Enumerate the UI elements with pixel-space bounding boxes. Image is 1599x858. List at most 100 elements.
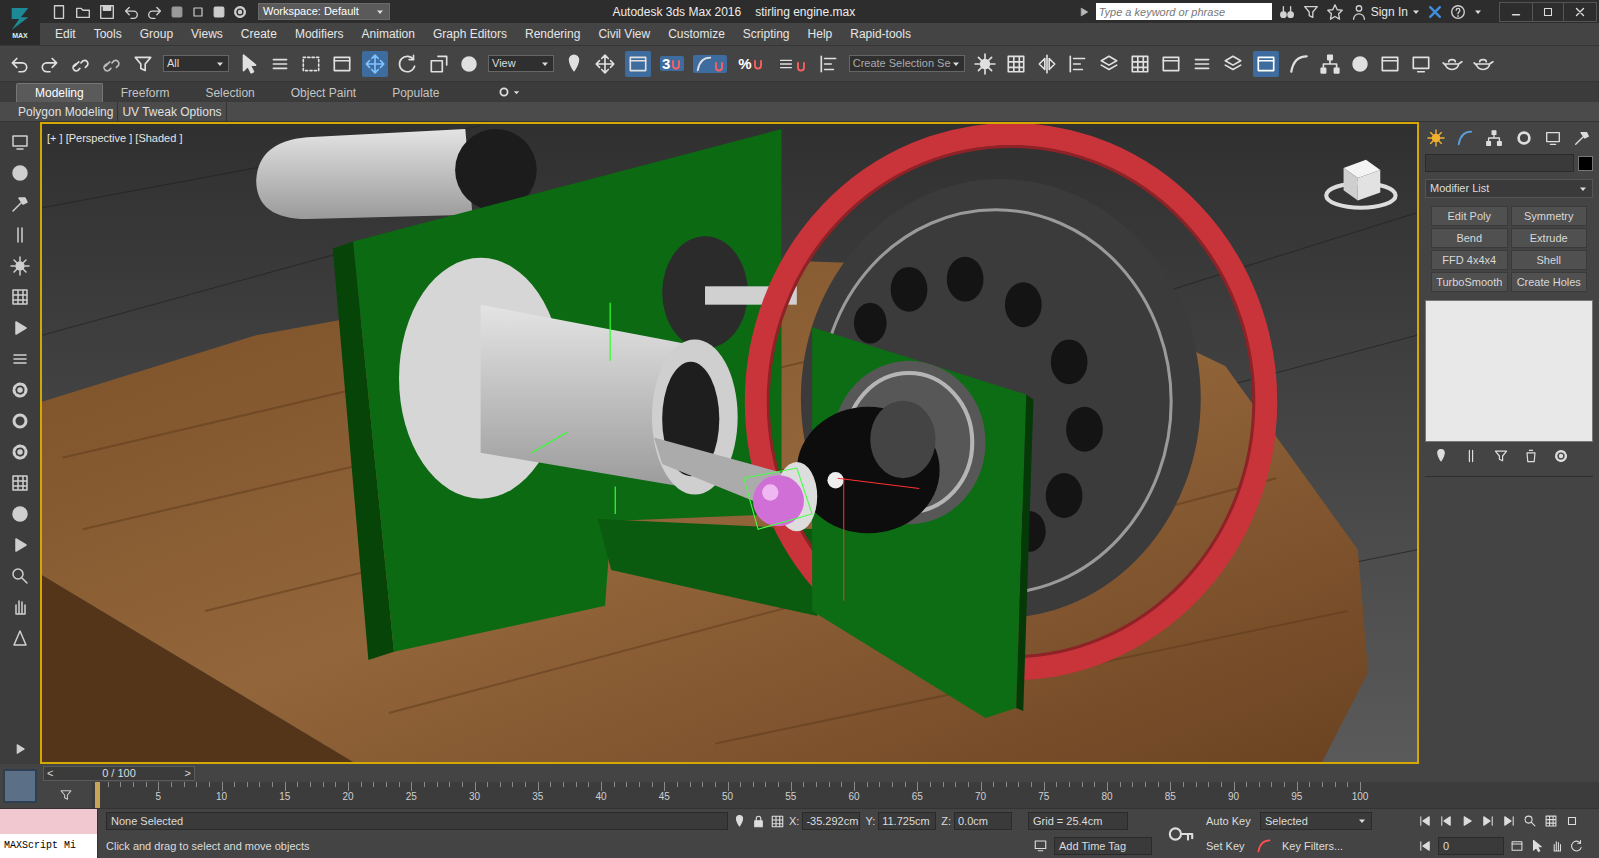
restore-icon[interactable] — [1541, 5, 1555, 19]
material-editor-icon[interactable] — [1350, 54, 1370, 74]
pan-icon[interactable] — [1550, 839, 1564, 853]
maximize-viewport-icon[interactable] — [1565, 814, 1579, 828]
modifier-button[interactable]: Edit Poly — [1431, 206, 1508, 226]
bind-space-warp-icon[interactable] — [132, 53, 154, 75]
render-production-icon[interactable] — [1441, 53, 1463, 75]
select-and-link-icon[interactable] — [70, 53, 92, 75]
ribbon-panel[interactable]: Polygon Modeling — [14, 102, 118, 121]
select-object-icon[interactable] — [238, 53, 260, 75]
communication-center-icon[interactable] — [1302, 3, 1320, 21]
layer-explorer-icon[interactable] — [1098, 53, 1120, 75]
close-icon[interactable] — [1573, 5, 1587, 19]
redo-icon[interactable] — [39, 53, 61, 75]
workspace-settings-icon[interactable] — [232, 4, 248, 20]
rotate-icon[interactable] — [397, 53, 419, 75]
time-slider[interactable]: < 0 / 100 > — [43, 766, 195, 781]
redo-icon[interactable] — [146, 3, 164, 21]
layer-manager-icon[interactable] — [1191, 53, 1213, 75]
spinner-magnet-icon[interactable] — [795, 61, 807, 73]
previous-frame[interactable]: < — [47, 765, 53, 782]
angle-magnet-icon[interactable] — [713, 61, 725, 73]
ribbon-display-toggle-icon[interactable] — [498, 86, 510, 98]
particles-icon[interactable] — [10, 256, 30, 276]
scene-explorer-icon[interactable] — [1129, 53, 1151, 75]
scatter-icon[interactable] — [10, 473, 30, 493]
help-caret-icon[interactable] — [1473, 7, 1483, 17]
go-to-end-icon[interactable] — [1502, 814, 1516, 828]
menu-item[interactable]: Rapid-tools — [841, 25, 920, 43]
user-icon[interactable] — [1350, 3, 1368, 21]
new-file-icon[interactable] — [50, 3, 68, 21]
zoom-all-icon[interactable] — [1544, 814, 1558, 828]
minimize-icon[interactable] — [1509, 5, 1523, 19]
dropdown-caret-icon[interactable] — [1578, 184, 1588, 194]
ribbon-tab[interactable]: Selection — [187, 83, 272, 102]
modifier-stack[interactable] — [1425, 300, 1593, 442]
curve-editor-icon[interactable] — [1288, 53, 1310, 75]
dropdown-caret-icon[interactable] — [951, 59, 961, 69]
menu-item[interactable]: Modifiers — [286, 25, 353, 43]
standard-primitives-icon[interactable] — [10, 163, 30, 183]
percent-magnet-icon[interactable] — [752, 59, 764, 71]
spinner-snap-toggle[interactable] — [775, 55, 809, 73]
ribbon-tab[interactable]: Populate — [374, 83, 457, 102]
scale-icon[interactable] — [428, 53, 450, 75]
angle-snap-toggle[interactable] — [693, 55, 727, 73]
menu-item[interactable]: Rendering — [516, 25, 589, 43]
workspace-icon[interactable] — [212, 5, 226, 19]
schematic-view-icon[interactable] — [1319, 53, 1341, 75]
menu-item[interactable]: Tools — [85, 25, 131, 43]
search-field[interactable] — [1096, 3, 1272, 20]
cylinder-icon[interactable] — [10, 225, 30, 245]
add-time-tag[interactable]: Add Time Tag — [1054, 837, 1152, 855]
zoom-icon[interactable] — [1523, 814, 1537, 828]
expand-strip-icon[interactable] — [13, 742, 27, 756]
ribbon-toggle[interactable] — [1253, 51, 1279, 77]
isolate-selection-icon[interactable] — [732, 814, 747, 829]
pivot-point-icon[interactable] — [563, 53, 585, 75]
menu-item[interactable]: Scripting — [734, 25, 799, 43]
align-icon[interactable] — [1067, 53, 1089, 75]
previous-frame-icon[interactable] — [1439, 814, 1453, 828]
modify-icon[interactable] — [1456, 129, 1474, 147]
modifier-list-dropdown[interactable]: Modifier List — [1425, 179, 1593, 198]
undo-icon[interactable] — [122, 3, 140, 21]
current-frame-field[interactable]: 0 — [1438, 837, 1504, 855]
selection-lock-icon[interactable] — [751, 814, 766, 829]
object-name-field[interactable] — [1425, 154, 1574, 172]
menu-item[interactable]: Customize — [659, 25, 734, 43]
placement-toggle[interactable] — [625, 51, 651, 77]
field-of-view-icon[interactable] — [1530, 839, 1544, 853]
menu-item[interactable]: Create — [232, 25, 286, 43]
modifier-button[interactable]: Extrude — [1511, 228, 1588, 248]
pin-stack-icon[interactable] — [1433, 448, 1449, 464]
rendered-frame-window-icon[interactable] — [1410, 53, 1432, 75]
ribbon-tab[interactable]: Object Paint — [273, 83, 374, 102]
mirror-icon[interactable] — [1036, 53, 1058, 75]
isolate-icon[interactable] — [974, 53, 996, 75]
motion-icon[interactable] — [10, 411, 30, 431]
menu-item[interactable]: Animation — [353, 25, 424, 43]
show-end-result-icon[interactable] — [1463, 448, 1479, 464]
select-by-name-icon[interactable] — [269, 53, 291, 75]
coordinate-field[interactable]: 0.0cm — [954, 812, 1012, 830]
favorites-icon[interactable] — [1326, 3, 1344, 21]
sign-in[interactable]: Sign In — [1350, 3, 1421, 21]
menu-item[interactable]: Help — [799, 25, 842, 43]
render-iterative-icon[interactable] — [1472, 53, 1494, 75]
toggle-ribbon-icon[interactable] — [1255, 53, 1277, 75]
key-mode-dropdown[interactable]: Selected — [1260, 812, 1372, 830]
selection-region-icon[interactable] — [300, 53, 322, 75]
hierarchy-icon[interactable] — [1485, 129, 1503, 147]
scene-render[interactable] — [42, 124, 1417, 762]
open-file-icon[interactable] — [74, 3, 92, 21]
set-keys-icon[interactable] — [1167, 820, 1195, 848]
viewport-label[interactable]: [+ ] [Perspective ] [Shaded ] — [47, 130, 182, 147]
time-tag-icon[interactable] — [1033, 838, 1048, 853]
select-and-place-icon[interactable] — [459, 54, 479, 74]
materials-icon[interactable] — [10, 504, 30, 524]
zoom-icon[interactable] — [10, 566, 30, 586]
menu-item[interactable]: Views — [182, 25, 232, 43]
animation-icon[interactable] — [10, 318, 30, 338]
array-icon[interactable] — [1005, 53, 1027, 75]
